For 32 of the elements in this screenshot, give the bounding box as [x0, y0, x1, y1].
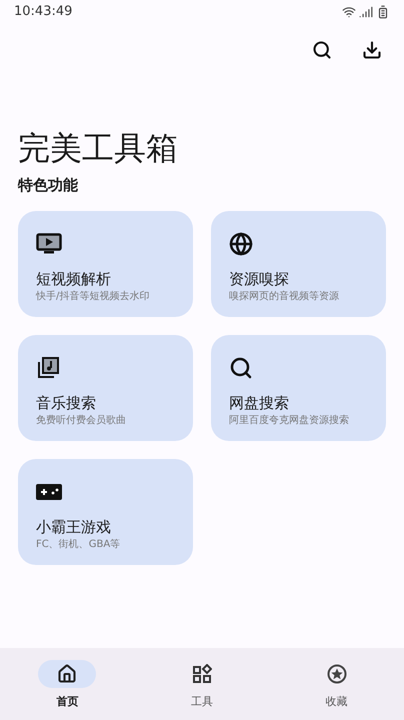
- signal-icon: [359, 5, 373, 19]
- feature-title: 小霸王游戏: [36, 516, 112, 536]
- feature-subtitle: FC、街机、GBA等: [36, 538, 122, 552]
- music-library-icon: [36, 356, 60, 380]
- star-circle-icon: [326, 664, 347, 684]
- widgets-icon: [192, 664, 212, 684]
- feature-subtitle: 嗅探网页的音视频等资源: [229, 290, 340, 304]
- globe-icon: [229, 232, 253, 256]
- home-icon: [57, 664, 78, 684]
- search-icon: [229, 356, 253, 380]
- feature-title: 网盘搜索: [229, 392, 290, 412]
- feature-subtitle: 免费听付费会员歌曲: [36, 414, 127, 428]
- status-time: 10:43:49: [14, 3, 72, 22]
- tv-play-icon: [36, 232, 62, 254]
- nav-tab[interactable]: 收藏: [269, 648, 404, 720]
- feature-subtitle: 阿里百度夸克网盘资源搜索: [229, 414, 350, 428]
- gamepad-icon: [36, 484, 62, 500]
- section-title: 特色功能: [18, 175, 79, 196]
- feature-title: 短视频解析: [36, 268, 112, 288]
- feature-title: 音乐搜索: [36, 392, 97, 412]
- feature-card[interactable]: 小霸王游戏 FC、街机、GBA等: [18, 458, 193, 564]
- nav-tab[interactable]: 首页: [0, 648, 135, 720]
- wifi-icon: [342, 5, 356, 19]
- feature-card[interactable]: 网盘搜索 阿里百度夸克网盘资源搜索: [211, 334, 386, 440]
- feature-card[interactable]: 资源嗅探 嗅探网页的音视频等资源: [211, 210, 386, 316]
- feature-title: 资源嗅探: [229, 268, 290, 288]
- battery-icon: [376, 5, 390, 19]
- nav-tab[interactable]: 工具: [134, 648, 270, 720]
- app-title: 完美工具箱: [18, 128, 179, 168]
- feature-card[interactable]: 音乐搜索 免费听付费会员歌曲: [18, 334, 193, 440]
- feature-subtitle: 快手/抖音等短视频去水印: [36, 290, 150, 304]
- feature-card[interactable]: 短视频解析 快手/抖音等短视频去水印: [18, 210, 193, 316]
